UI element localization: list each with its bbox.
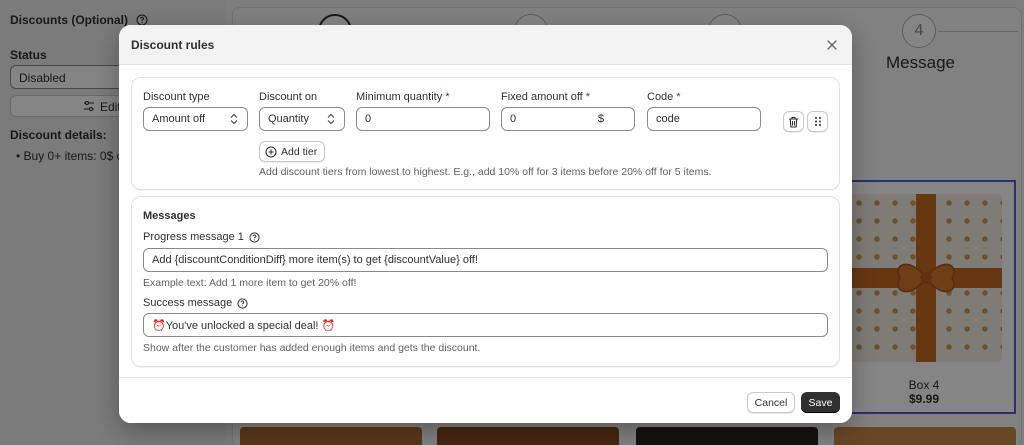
select-chevron-icon xyxy=(327,113,335,125)
close-button[interactable] xyxy=(822,35,842,55)
modal-title: Discount rules xyxy=(131,38,215,52)
cancel-button[interactable]: Cancel xyxy=(747,392,795,413)
fixed-amount-label: Fixed amount off * xyxy=(501,91,591,103)
progress-message-input[interactable]: Add {discountConditionDiff} more item(s)… xyxy=(143,248,828,272)
progress-message-help: Example text: Add 1 more item to get 20%… xyxy=(143,277,357,289)
discount-tier-card: Discount type Amount off Discount on Qua… xyxy=(131,77,840,190)
tier-help-text: Add discount tiers from lowest to highes… xyxy=(259,166,712,178)
min-quantity-label: Minimum quantity * xyxy=(356,91,450,103)
save-button[interactable]: Save xyxy=(801,392,840,413)
success-message-label: Success message xyxy=(143,297,248,309)
drag-handle-button[interactable] xyxy=(807,111,828,132)
help-icon[interactable] xyxy=(237,297,248,309)
drag-handle-icon xyxy=(814,117,821,126)
delete-tier-button[interactable] xyxy=(783,111,804,132)
add-tier-button[interactable]: Add tier xyxy=(259,141,326,162)
modal-header: Discount rules xyxy=(119,25,852,65)
help-icon[interactable] xyxy=(249,231,260,243)
success-message-input[interactable]: ⏰You've unlocked a special deal! ⏰ xyxy=(143,313,828,337)
discount-on-label: Discount on xyxy=(259,91,318,103)
discount-on-select[interactable]: Quantity xyxy=(259,107,345,131)
discount-type-label: Discount type xyxy=(143,91,210,103)
close-icon xyxy=(827,40,837,50)
plus-circle-icon xyxy=(265,145,277,158)
success-message-help: Show after the customer has added enough… xyxy=(143,342,481,354)
trash-icon xyxy=(789,116,798,128)
discount-type-select[interactable]: Amount off xyxy=(143,107,248,131)
discount-rules-modal: Discount rules Discount type Amount off … xyxy=(119,25,852,423)
fixed-amount-input[interactable]: 0 $ xyxy=(501,107,635,131)
messages-title: Messages xyxy=(143,210,196,222)
code-label: Code * xyxy=(647,91,681,103)
progress-message-label: Progress message 1 xyxy=(143,231,260,243)
messages-card: Messages Progress message 1 Add {discoun… xyxy=(131,196,840,367)
select-chevron-icon xyxy=(230,113,238,125)
min-quantity-input[interactable]: 0 xyxy=(356,107,490,131)
code-input[interactable]: code xyxy=(647,107,761,131)
modal-footer: Cancel Save xyxy=(119,377,852,423)
currency-suffix: $ xyxy=(597,113,604,125)
